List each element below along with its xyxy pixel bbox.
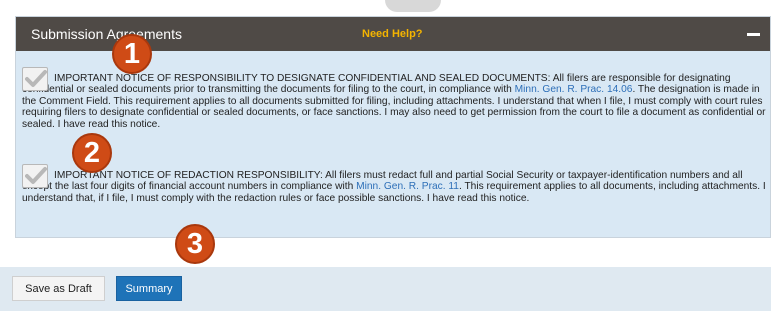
- callout-badge-2: 2: [72, 133, 112, 173]
- confidential-notice-text: IMPORTANT NOTICE OF RESPONSIBILITY TO DE…: [22, 67, 766, 130]
- rule-11-link[interactable]: Minn. Gen. R. Prac. 11: [356, 181, 459, 192]
- redaction-notice-text: IMPORTANT NOTICE OF REDACTION RESPONSIBI…: [22, 164, 766, 204]
- save-as-draft-button[interactable]: Save as Draft: [12, 276, 105, 301]
- panel-title: Submission Agreements: [31, 26, 182, 42]
- redaction-notice: IMPORTANT NOTICE OF REDACTION RESPONSIBI…: [22, 164, 766, 204]
- collapse-button[interactable]: [736, 17, 770, 51]
- checkmark-icon: [25, 70, 47, 87]
- confidential-notice-checkbox[interactable]: [22, 67, 48, 91]
- need-help-link[interactable]: Need Help?: [362, 28, 423, 40]
- callout-badge-1: 1: [112, 34, 152, 74]
- top-tab-handle: [385, 0, 441, 12]
- summary-button[interactable]: Summary: [116, 276, 182, 301]
- confidential-sealed-notice: IMPORTANT NOTICE OF RESPONSIBILITY TO DE…: [22, 67, 766, 130]
- rule-14-06-link[interactable]: Minn. Gen. R. Prac. 14.06: [515, 84, 633, 95]
- checkmark-icon: [25, 167, 47, 184]
- footer-actions: Save as Draft Summary: [0, 267, 771, 311]
- redaction-notice-checkbox[interactable]: [22, 164, 48, 188]
- callout-badge-3: 3: [175, 224, 215, 264]
